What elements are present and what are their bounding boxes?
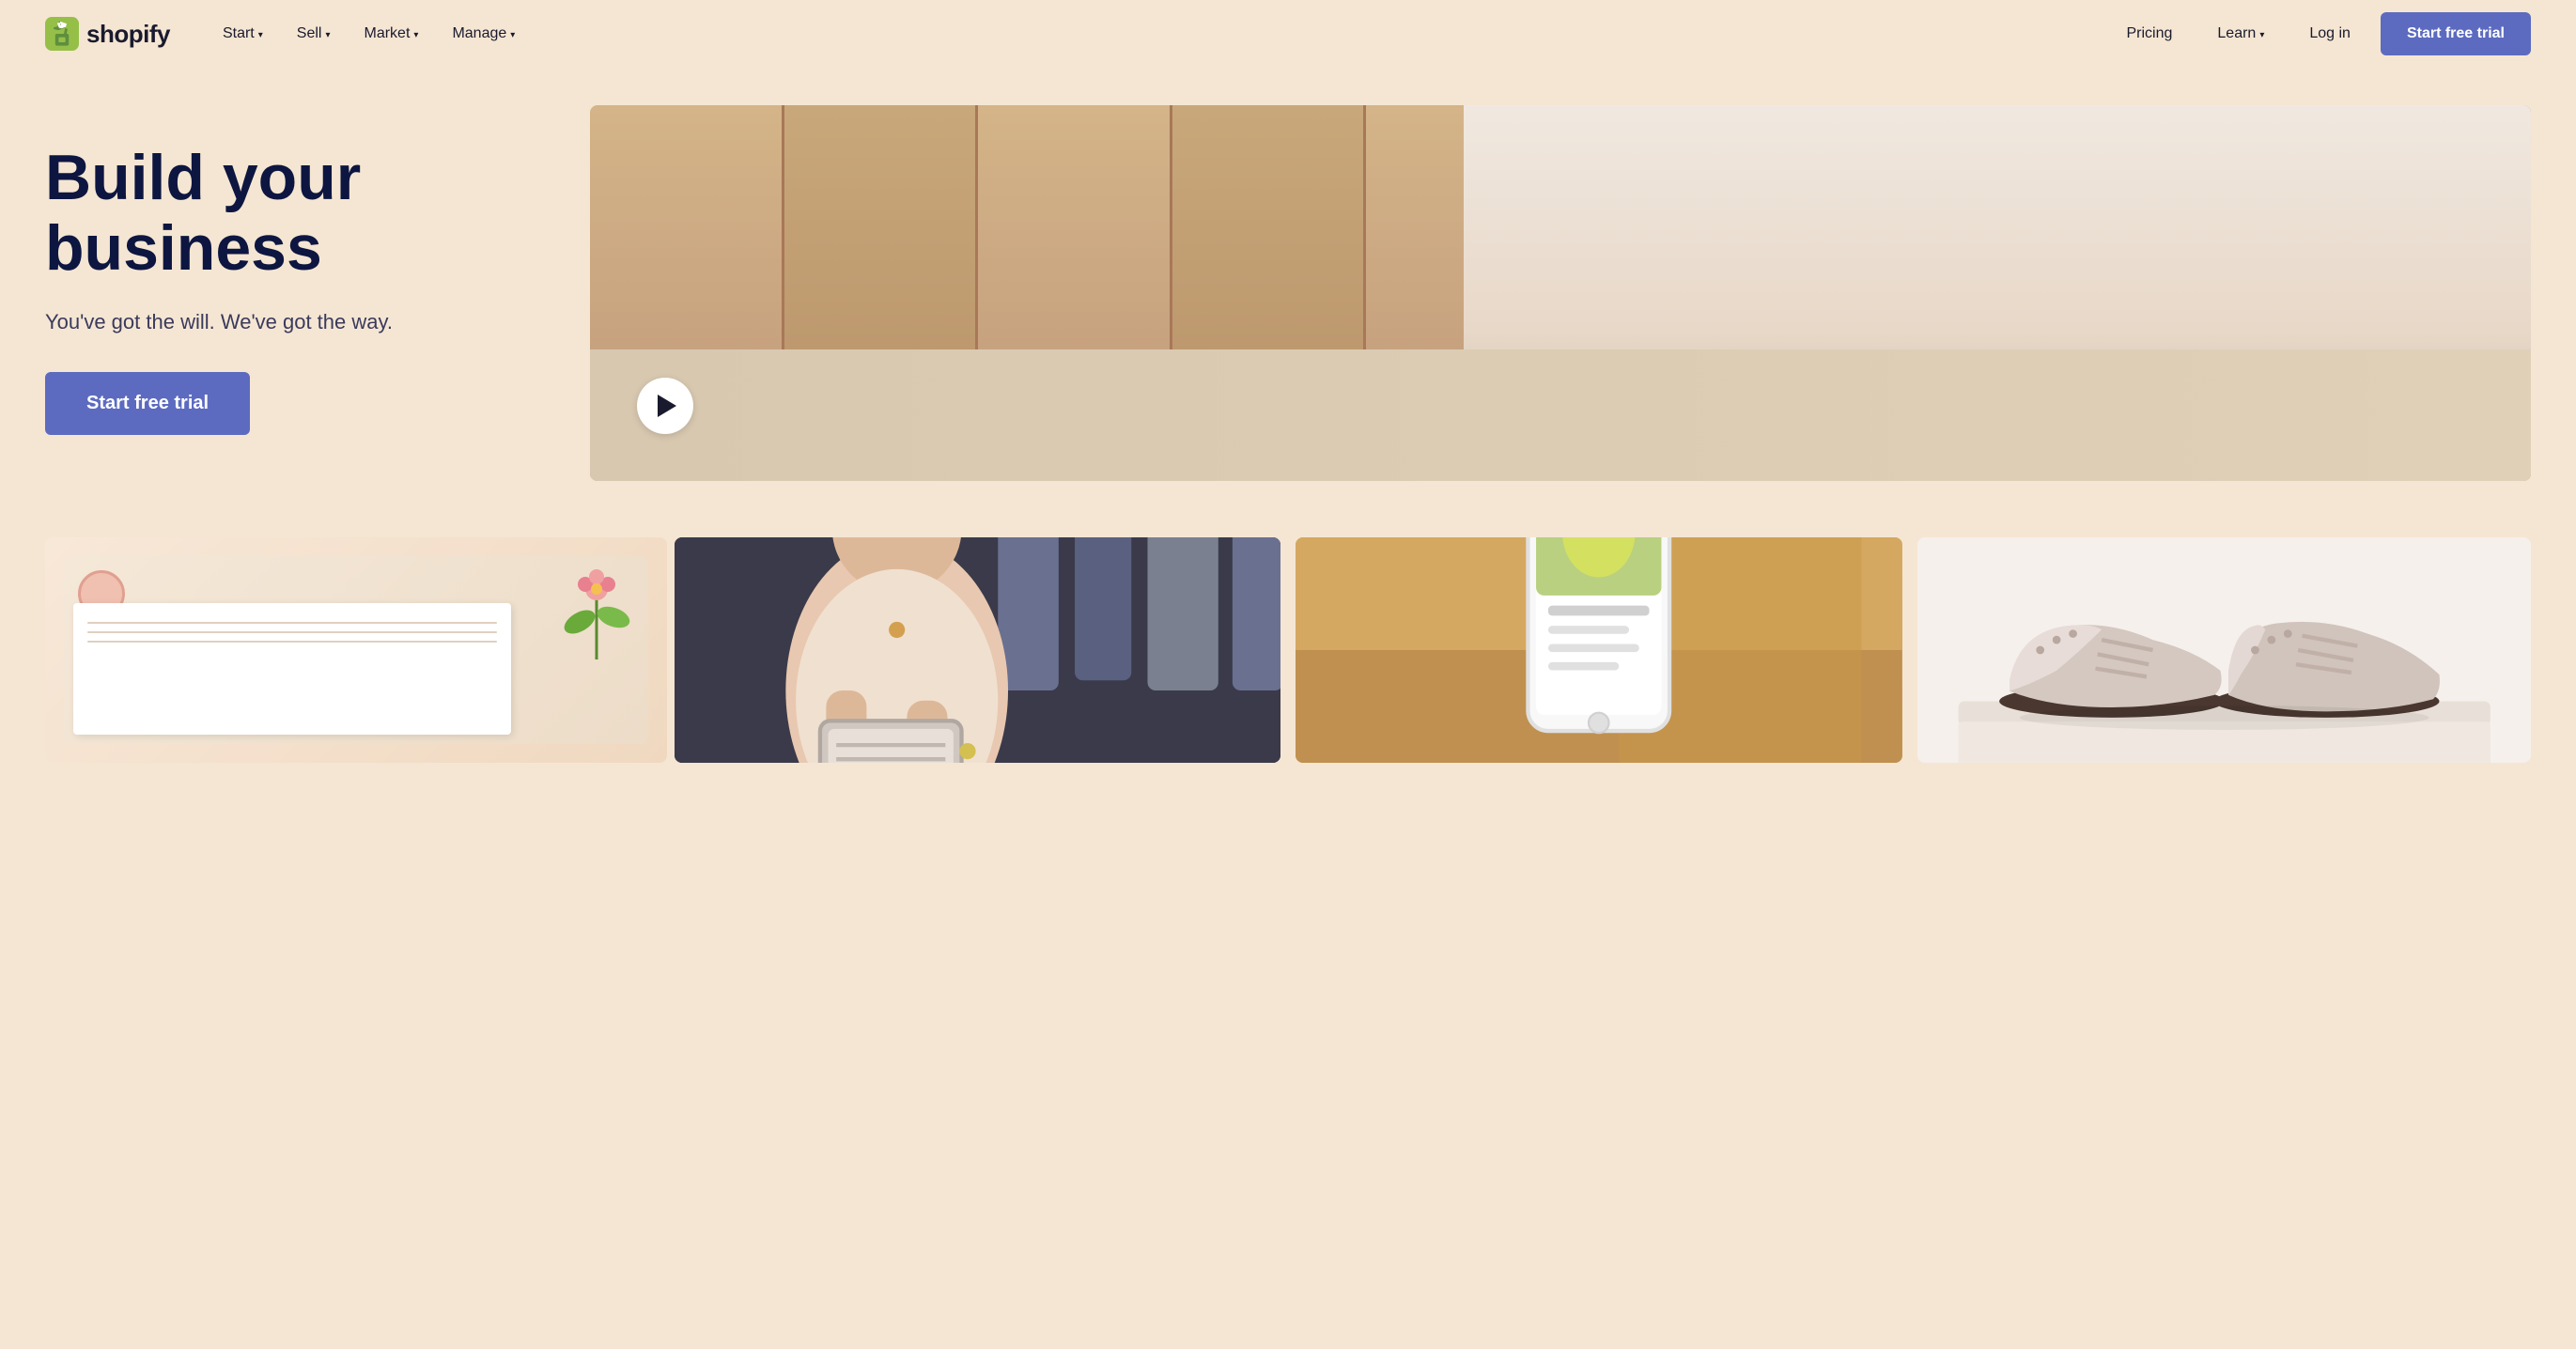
play-icon: [658, 395, 676, 417]
grid-cell-phone: [1296, 537, 1902, 763]
grid-cell-tablet: [675, 537, 1281, 763]
nav-start[interactable]: Start ▾: [208, 18, 278, 50]
nav-sell[interactable]: Sell ▾: [282, 18, 346, 50]
start-chevron-icon: ▾: [258, 30, 263, 40]
hero-title: Build your business: [45, 143, 534, 284]
hero-video-bg: [590, 105, 2531, 481]
notepad-line-3: [87, 641, 497, 643]
brand-name: shopify: [86, 20, 170, 49]
grid-cell-shoes: [1917, 537, 2532, 763]
nav-start-free-trial-button[interactable]: Start free trial: [2381, 12, 2531, 55]
nav-login-link[interactable]: Log in: [2294, 18, 2366, 50]
clothes-rack-illustration: [675, 537, 1281, 763]
hero-start-free-trial-button[interactable]: Start free trial: [45, 372, 250, 435]
clothes-scene: [675, 537, 1281, 763]
notepad-lines: [73, 603, 511, 661]
navigation: shopify Start ▾ Sell ▾ Market ▾ Manage ▾…: [0, 0, 2576, 68]
hero-content: Build your business You've got the will.…: [45, 105, 534, 435]
logo-link[interactable]: shopify: [45, 17, 170, 51]
notebook-scene: [64, 556, 648, 744]
manage-chevron-icon: ▾: [510, 30, 515, 40]
table-image-area: [590, 349, 2531, 481]
image-grid: [0, 537, 2576, 782]
nav-manage[interactable]: Manage ▾: [437, 18, 530, 50]
hero-section: Build your business You've got the will.…: [0, 68, 2576, 537]
shoes-illustration: [1917, 537, 2532, 763]
notepad-decoration: [73, 603, 511, 735]
nav-right-links: Pricing Learn ▾ Log in Start free trial: [2112, 12, 2532, 55]
play-button[interactable]: [637, 378, 693, 434]
phone-illustration: [1296, 537, 1902, 763]
notepad-line-1: [87, 622, 497, 624]
hero-video-container[interactable]: [590, 105, 2531, 481]
hero-video-area: [590, 105, 2531, 481]
sell-chevron-icon: ▾: [325, 30, 330, 40]
shopify-logo-icon: [45, 17, 79, 51]
nav-main-links: Start ▾ Sell ▾ Market ▾ Manage ▾: [208, 18, 2112, 50]
nav-pricing-link[interactable]: Pricing: [2112, 18, 2188, 50]
nav-market[interactable]: Market ▾: [349, 18, 434, 50]
nav-learn[interactable]: Learn ▾: [2202, 18, 2279, 50]
hero-subtitle: You've got the will. We've got the way.: [45, 310, 534, 334]
learn-chevron-icon: ▾: [2259, 30, 2264, 40]
phone-scene: [1296, 537, 1902, 763]
market-chevron-icon: ▾: [413, 30, 418, 40]
shoes-scene: [1917, 537, 2532, 763]
grid-cell-notepad: [45, 537, 667, 763]
notepad-line-2: [87, 631, 497, 633]
plant-icon: [559, 566, 634, 659]
